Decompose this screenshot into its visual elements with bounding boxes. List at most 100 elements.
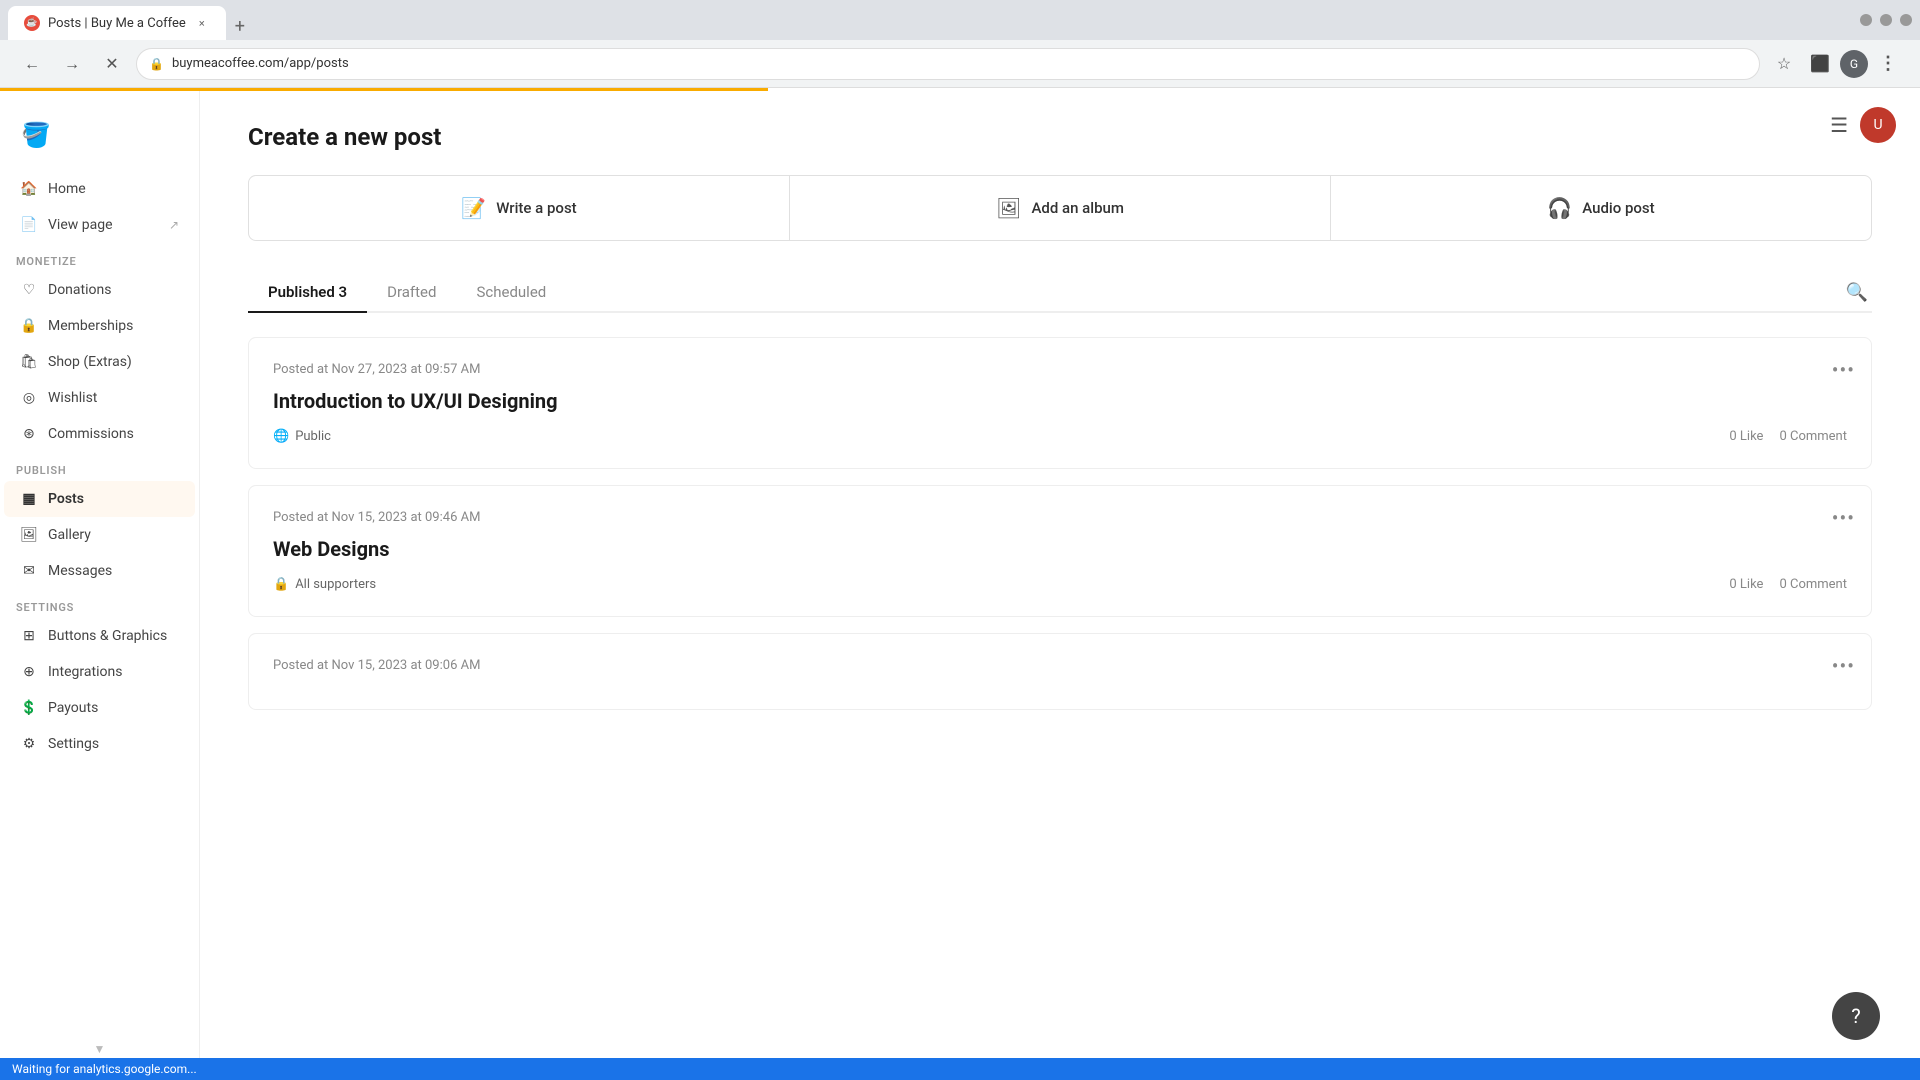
- lock-icon: 🔒: [149, 57, 164, 71]
- page-title: Create a new post: [248, 123, 1872, 151]
- shop-icon: 🛍: [20, 353, 38, 371]
- tab-scheduled[interactable]: Scheduled: [456, 273, 566, 313]
- maximize-button[interactable]: [1880, 14, 1892, 26]
- posts-icon: ▦: [20, 490, 38, 508]
- post-menu-button-2[interactable]: •••: [1832, 506, 1855, 530]
- sidebar-label-view-page: View page: [48, 217, 113, 233]
- active-tab[interactable]: ☕ Posts | Buy Me a Coffee ×: [8, 6, 226, 40]
- post-footer-2: 🔒 All supporters 0 Like 0 Comment: [273, 577, 1847, 592]
- audio-post-button[interactable]: 🎧 Audio post: [1331, 176, 1871, 240]
- view-page-icon: 📄: [20, 216, 38, 234]
- sidebar-item-shop-extras[interactable]: 🛍 Shop (Extras): [4, 344, 195, 380]
- sidebar-item-home[interactable]: 🏠 Home: [4, 171, 195, 207]
- post-menu-button-1[interactable]: •••: [1832, 358, 1855, 382]
- post-stats-1: 0 Like 0 Comment: [1729, 429, 1847, 444]
- url-text: buymeacoffee.com/app/posts: [172, 56, 349, 71]
- new-tab-button[interactable]: +: [226, 12, 254, 40]
- scroll-down-icon: ▼: [94, 1042, 106, 1056]
- user-avatar[interactable]: U: [1860, 107, 1896, 143]
- post-comments-2: 0 Comment: [1779, 577, 1847, 592]
- tab-title: Posts | Buy Me a Coffee: [48, 16, 186, 31]
- write-post-button[interactable]: 📝 Write a post: [249, 176, 790, 240]
- sidebar-item-commissions[interactable]: ⊛ Commissions: [4, 416, 195, 452]
- sidebar-label-messages: Messages: [48, 563, 112, 579]
- refresh-button[interactable]: ✕: [96, 48, 128, 80]
- post-visibility-2: 🔒 All supporters: [273, 577, 376, 592]
- post-card-1: ••• Posted at Nov 27, 2023 at 09:57 AM I…: [248, 337, 1872, 469]
- visibility-label-2: All supporters: [295, 577, 376, 592]
- avatar-initials: U: [1873, 117, 1882, 133]
- tab-favicon: ☕: [24, 15, 40, 31]
- visibility-icon-1: 🌐: [273, 429, 289, 444]
- audio-post-icon: 🎧: [1547, 196, 1572, 220]
- tab-drafted[interactable]: Drafted: [367, 273, 456, 313]
- sidebar-label-settings: Settings: [48, 736, 99, 752]
- donations-icon: ♡: [20, 281, 38, 299]
- sidebar-item-wishlist[interactable]: ◎ Wishlist: [4, 380, 195, 416]
- buttons-icon: ⊞: [20, 627, 38, 645]
- bookmark-button[interactable]: ☆: [1768, 48, 1800, 80]
- sidebar-label-wishlist: Wishlist: [48, 390, 97, 406]
- sidebar-item-settings[interactable]: ⚙ Settings: [4, 726, 195, 762]
- payouts-icon: 💲: [20, 699, 38, 717]
- post-title-1: Introduction to UX/UI Designing: [273, 389, 1847, 413]
- sidebar-label-memberships: Memberships: [48, 318, 133, 334]
- tab-published[interactable]: Published 3: [248, 273, 367, 313]
- sidebar-logo: 🪣: [0, 107, 199, 171]
- profile-button[interactable]: G: [1840, 50, 1868, 78]
- post-stats-2: 0 Like 0 Comment: [1729, 577, 1847, 592]
- sidebar-item-messages[interactable]: ✉ Messages: [4, 553, 195, 589]
- logo-icon: 🪣: [16, 115, 56, 155]
- browser-nav-bar: ← → ✕ 🔒 buymeacoffee.com/app/posts ☆ ⬛ G…: [0, 40, 1920, 88]
- browser-tab-bar: ☕ Posts | Buy Me a Coffee × +: [0, 0, 1920, 40]
- posts-tabs: Published 3 Drafted Scheduled 🔍: [248, 273, 1872, 313]
- sidebar-label-buttons: Buttons & Graphics: [48, 628, 167, 644]
- forward-button[interactable]: →: [56, 48, 88, 80]
- more-options-button[interactable]: ⋮: [1872, 48, 1904, 80]
- commissions-icon: ⊛: [20, 425, 38, 443]
- minimize-button[interactable]: [1860, 14, 1872, 26]
- tab-close-button[interactable]: ×: [194, 15, 210, 31]
- sidebar-item-payouts[interactable]: 💲 Payouts: [4, 690, 195, 726]
- section-publish: PUBLISH: [0, 452, 199, 481]
- post-footer-1: 🌐 Public 0 Like 0 Comment: [273, 429, 1847, 444]
- sidebar-item-memberships[interactable]: 🔒 Memberships: [4, 308, 195, 344]
- settings-icon: ⚙: [20, 735, 38, 753]
- sidebar-item-view-page[interactable]: 📄 View page ↗: [4, 207, 195, 243]
- add-album-label: Add an album: [1031, 199, 1124, 217]
- sidebar-item-donations[interactable]: ♡ Donations: [4, 272, 195, 308]
- post-title-2: Web Designs: [273, 537, 1847, 561]
- search-posts-button[interactable]: 🔍: [1842, 278, 1872, 307]
- close-window-button[interactable]: [1900, 14, 1912, 26]
- app-layout: 🪣 🏠 Home 📄 View page ↗ MONETIZE ♡ Donati…: [0, 91, 1920, 1080]
- sidebar-label-shop: Shop (Extras): [48, 354, 132, 370]
- sidebar-label-payouts: Payouts: [48, 700, 98, 716]
- memberships-icon: 🔒: [20, 317, 38, 335]
- back-button[interactable]: ←: [16, 48, 48, 80]
- address-bar[interactable]: 🔒 buymeacoffee.com/app/posts: [136, 48, 1760, 80]
- audio-post-label: Audio post: [1582, 199, 1654, 217]
- external-link-icon: ↗: [169, 218, 179, 232]
- sidebar-item-buttons-graphics[interactable]: ⊞ Buttons & Graphics: [4, 618, 195, 654]
- post-card-3: ••• Posted at Nov 15, 2023 at 09:06 AM: [248, 633, 1872, 710]
- extensions-button[interactable]: ⬛: [1804, 48, 1836, 80]
- sidebar-label-donations: Donations: [48, 282, 111, 298]
- post-likes-1: 0 Like: [1729, 429, 1763, 444]
- integrations-icon: ⊕: [20, 663, 38, 681]
- sidebar-label-posts: Posts: [48, 491, 84, 507]
- sidebar-item-integrations[interactable]: ⊕ Integrations: [4, 654, 195, 690]
- hamburger-button[interactable]: ☰: [1830, 113, 1848, 137]
- post-meta-1: Posted at Nov 27, 2023 at 09:57 AM: [273, 362, 1847, 377]
- help-button[interactable]: ?: [1832, 992, 1880, 1040]
- add-album-button[interactable]: 🖼 Add an album: [790, 176, 1331, 240]
- sidebar-label-commissions: Commissions: [48, 426, 134, 442]
- post-card-2: ••• Posted at Nov 15, 2023 at 09:46 AM W…: [248, 485, 1872, 617]
- sidebar-label-integrations: Integrations: [48, 664, 122, 680]
- sidebar-item-gallery[interactable]: 🖼 Gallery: [4, 517, 195, 553]
- main-content: ☰ U Create a new post 📝 Write a post 🖼 A…: [200, 91, 1920, 1080]
- status-text: Waiting for analytics.google.com...: [12, 1062, 197, 1076]
- sidebar-label-home: Home: [48, 181, 86, 197]
- sidebar-item-posts[interactable]: ▦ Posts: [4, 481, 195, 517]
- messages-icon: ✉: [20, 562, 38, 580]
- post-menu-button-3[interactable]: •••: [1832, 654, 1855, 678]
